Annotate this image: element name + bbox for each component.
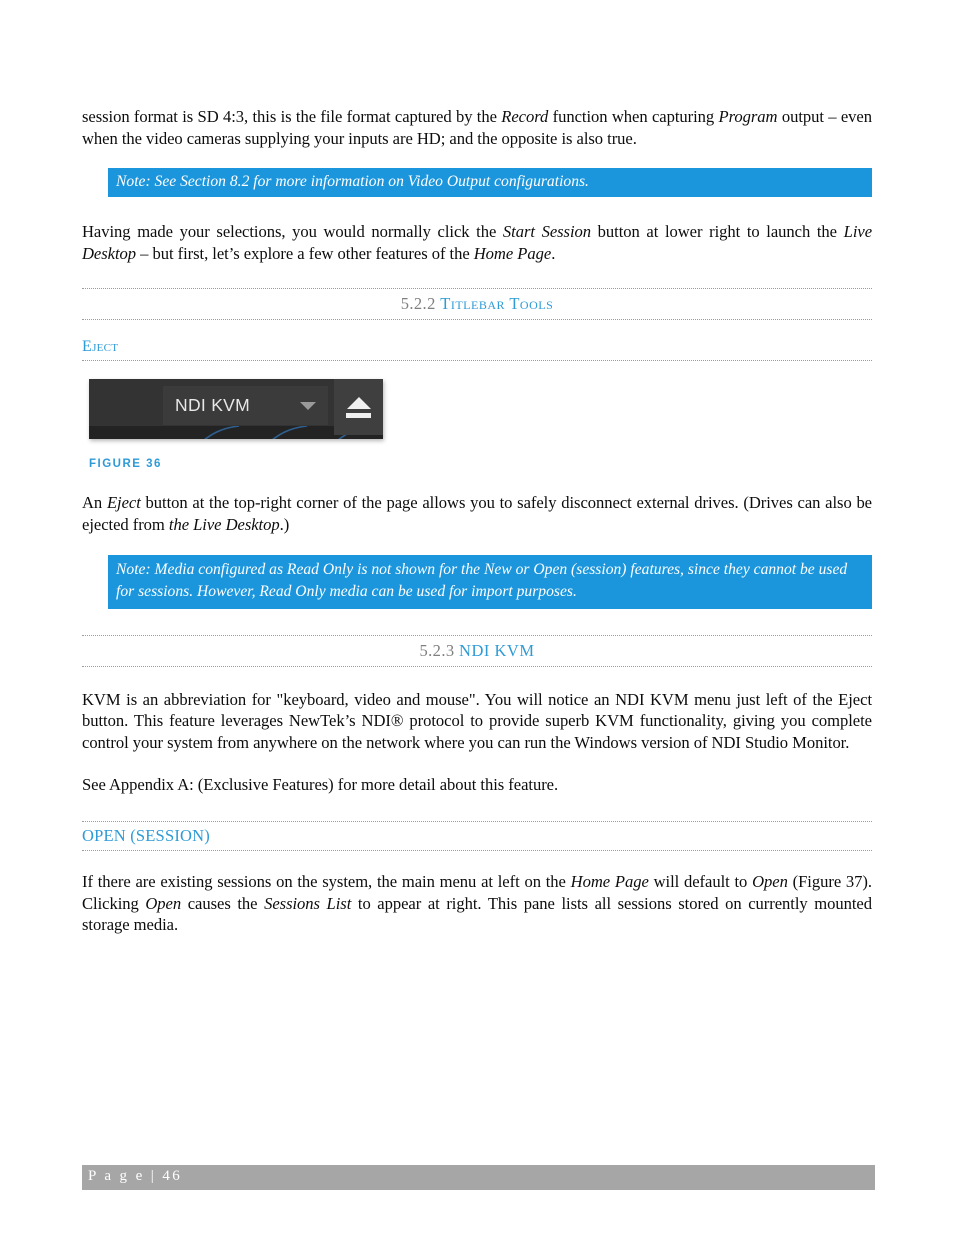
paragraph-eject-description: An Eject button at the top-right corner … [82, 492, 872, 535]
paragraph-kvm-description: KVM is an abbreviation for "keyboard, vi… [82, 689, 872, 752]
page-number-label: P a g e | 46 [88, 1168, 183, 1184]
emphasis-sessions-list: Sessions List [264, 893, 352, 913]
note-callout-read-only: Note: Media configured as Read Only is n… [108, 554, 872, 609]
para-text-a: Having made your selections, you would n… [82, 222, 503, 242]
para-text-d: . [551, 243, 556, 263]
emphasis-open-1: Open [752, 871, 788, 891]
para-text-a: If there are existing sessions on the sy… [82, 871, 571, 891]
emphasis-open-2: Open [145, 893, 182, 913]
section-title: Titlebar Tools [440, 294, 554, 314]
figure-caption: FIGURE 36 [89, 458, 162, 471]
para-text-a: An [82, 493, 107, 513]
para-text-c: – but first, let’s explore a few other f… [136, 243, 474, 263]
paragraph-appendix-reference: See Appendix A: (Exclusive Features) for… [82, 775, 559, 795]
ndi-kvm-dropdown[interactable]: NDI KVM [163, 386, 328, 426]
section-number: 5.2.3 [419, 640, 460, 660]
emphasis-start-session: Start Session [502, 222, 592, 242]
paragraph-start-session: Having made your selections, you would n… [82, 221, 872, 264]
para-text-b: will default to [648, 871, 753, 891]
para-text-c: .) [279, 514, 290, 534]
para-text-d: causes the [181, 893, 265, 913]
para-text-b: function when capturing [548, 107, 719, 126]
page-footer-bar: P a g e | 46 [82, 1165, 875, 1190]
section-title: NDI KVM [459, 640, 535, 660]
emphasis-program: Program [718, 107, 778, 126]
figure-36: NDI KVM FIGURE 36 [89, 379, 872, 470]
emphasis-home-page: Home Page [570, 871, 649, 891]
eject-icon [346, 396, 372, 418]
section-heading-5-2-3: 5.2.3 NDI KVM [82, 634, 872, 667]
eject-icon-triangle [346, 396, 371, 409]
page-content: session format is SD 4:3, this is the fi… [82, 106, 872, 936]
emphasis-eject: Eject [106, 493, 141, 513]
note-callout-video-output: Note: See Section 8.2 for more informati… [108, 168, 872, 198]
eject-icon-bar [346, 412, 371, 418]
document-page: session format is SD 4:3, this is the fi… [0, 0, 954, 1235]
para-text-b: button at lower right to launch the [591, 222, 844, 242]
paragraph-session-format: session format is SD 4:3, this is the fi… [82, 106, 872, 149]
section-heading-5-2-2: 5.2.2 Titlebar Tools [82, 288, 872, 321]
emphasis-home-page: Home Page [473, 243, 552, 263]
subheading-eject: Eject [82, 337, 872, 362]
subheading-open-session: OPEN (SESSION) [82, 820, 872, 851]
emphasis-the-live-desktop: the Live Desktop [168, 514, 280, 534]
ndi-kvm-dropdown-label: NDI KVM [175, 395, 251, 416]
eject-button[interactable] [334, 379, 383, 436]
emphasis-record: Record [501, 107, 549, 126]
para-text-a: session format is SD 4:3, this is the fi… [82, 107, 502, 126]
paragraph-open-session: If there are existing sessions on the sy… [82, 871, 872, 936]
section-number: 5.2.2 [400, 294, 441, 314]
chevron-down-icon [300, 402, 316, 411]
titlebar-screenshot: NDI KVM [89, 379, 383, 440]
